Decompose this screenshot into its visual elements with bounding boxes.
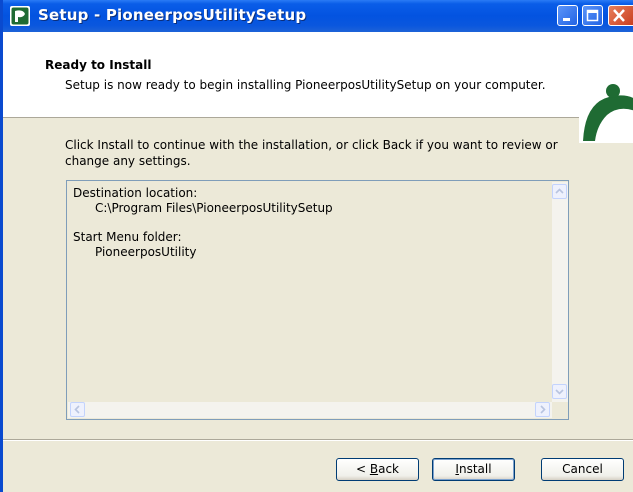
minimize-icon [563, 18, 570, 21]
destination-value: C:\Program Files\PioneerposUtilitySetup [95, 201, 333, 215]
chevron-left-icon [74, 405, 80, 414]
install-button[interactable]: Install [432, 458, 515, 481]
close-icon [613, 9, 625, 22]
wizard-header: Ready to Install Setup is now ready to b… [3, 32, 633, 143]
close-button[interactable] [608, 5, 633, 26]
maximize-button[interactable] [582, 5, 603, 26]
startmenu-value: PioneerposUtility [95, 245, 197, 259]
page-title: Ready to Install [45, 58, 152, 72]
startmenu-label: Start Menu folder: [73, 230, 182, 244]
scroll-left-button[interactable] [70, 402, 85, 417]
back-button[interactable]: < Back [336, 458, 419, 481]
chevron-down-icon [555, 389, 564, 395]
title-bar[interactable]: Setup - PioneerposUtilitySetup [3, 0, 633, 32]
scrollbar-corner [552, 402, 568, 418]
intro-text: Click Install to continue with the insta… [65, 138, 558, 168]
setup-app-icon [10, 6, 30, 26]
maximize-icon [586, 9, 599, 22]
chevron-right-icon [540, 405, 546, 414]
footer-separator [3, 439, 633, 441]
setup-window: Setup - PioneerposUtilitySetup Ready to … [0, 0, 633, 492]
window-title: Setup - PioneerposUtilitySetup [38, 6, 307, 24]
chevron-up-icon [555, 188, 564, 194]
memo-content: Destination location: C:\Program Files\P… [73, 186, 333, 260]
scroll-down-button[interactable] [552, 384, 567, 399]
horizontal-scrollbar[interactable] [68, 402, 552, 418]
cancel-button[interactable]: Cancel [541, 458, 624, 481]
scroll-right-button[interactable] [535, 402, 550, 417]
minimize-button[interactable] [557, 5, 578, 26]
vertical-scrollbar[interactable] [552, 182, 568, 402]
scroll-up-button[interactable] [552, 184, 567, 199]
page-subtitle: Setup is now ready to begin installing P… [65, 78, 546, 92]
destination-label: Destination location: [73, 186, 198, 200]
pioneerpos-logo [579, 81, 633, 143]
ready-memo[interactable]: Destination location: C:\Program Files\P… [66, 180, 569, 420]
